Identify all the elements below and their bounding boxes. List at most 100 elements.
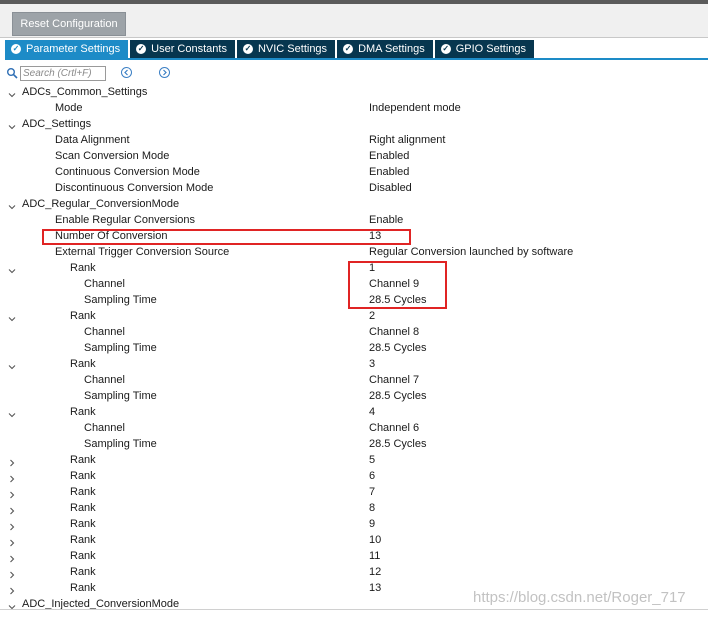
chevron-down-icon[interactable] bbox=[8, 408, 16, 418]
tree-row-label: ADCs_Common_Settings bbox=[22, 86, 148, 98]
tree-row-value[interactable]: 11 bbox=[369, 548, 380, 564]
tree-row-label: ADC_Injected_ConversionMode bbox=[22, 598, 180, 610]
tree-row-value[interactable]: 28.5 Cycles bbox=[369, 340, 426, 356]
tree-row-value[interactable]: 28.5 Cycles bbox=[369, 436, 426, 452]
tree-row-value[interactable]: 12 bbox=[369, 564, 381, 580]
tree-row-value[interactable]: 10 bbox=[369, 532, 381, 548]
tab-user-constants[interactable]: ✓ User Constants bbox=[130, 40, 235, 58]
chevron-right-icon[interactable] bbox=[8, 488, 16, 499]
chevron-right-icon[interactable] bbox=[8, 504, 16, 515]
parameter-tree: ADCs_Common_Settings Mode Independent mode… bbox=[0, 84, 708, 610]
tree-row[interactable]: ADC_Settings bbox=[0, 116, 708, 132]
tree-row[interactable]: ADC_Regular_ConversionMode bbox=[0, 196, 708, 212]
tree-row-value[interactable]: Channel 6 bbox=[369, 420, 419, 436]
tree-row-label: Channel bbox=[84, 374, 125, 386]
tree-row-label: Rank bbox=[70, 454, 96, 466]
chevron-down-icon[interactable] bbox=[8, 600, 16, 610]
tree-row[interactable]: Enable Regular Conversions Enable bbox=[0, 212, 708, 228]
chevron-right-icon[interactable] bbox=[8, 552, 16, 563]
search-icon bbox=[6, 67, 18, 79]
highlight-rank-1 bbox=[348, 261, 447, 309]
search-previous-button[interactable] bbox=[121, 67, 132, 78]
tree-row[interactable]: Continuous Conversion Mode Enabled bbox=[0, 164, 708, 180]
chevron-down-icon[interactable] bbox=[8, 120, 16, 130]
tree-row-label: Rank bbox=[70, 550, 96, 562]
chevron-down-icon[interactable] bbox=[8, 312, 16, 322]
tree-row[interactable]: Rank 9 bbox=[0, 516, 708, 532]
check-icon: ✓ bbox=[11, 44, 21, 54]
tree-row-label: Sampling Time bbox=[84, 438, 157, 450]
tree-row[interactable]: ADCs_Common_Settings bbox=[0, 84, 708, 100]
tree-row-value[interactable]: Independent mode bbox=[369, 100, 461, 116]
tree-row[interactable]: Sampling Time 28.5 Cycles bbox=[0, 340, 708, 356]
tree-row-value[interactable]: Right alignment bbox=[369, 132, 445, 148]
chevron-down-icon[interactable] bbox=[8, 200, 16, 210]
tree-row[interactable]: Rank 4 bbox=[0, 404, 708, 420]
tree-row[interactable]: Rank 12 bbox=[0, 564, 708, 580]
chevron-right-icon[interactable] bbox=[8, 568, 16, 579]
chevron-right-icon[interactable] bbox=[8, 536, 16, 547]
chevron-right-icon[interactable] bbox=[8, 584, 16, 595]
tree-row-label: Rank bbox=[70, 582, 96, 594]
tree-row-value[interactable]: Enabled bbox=[369, 148, 409, 164]
tree-row[interactable]: Rank 5 bbox=[0, 452, 708, 468]
tree-row-value[interactable]: 8 bbox=[369, 500, 375, 516]
tree-row-label: Rank bbox=[70, 502, 96, 514]
tree-row-label: Rank bbox=[70, 358, 96, 370]
search-next-button[interactable] bbox=[159, 67, 170, 78]
highlight-number-of-conversion bbox=[42, 229, 411, 245]
tab-nvic-settings[interactable]: ✓ NVIC Settings bbox=[236, 40, 336, 58]
tab-parameter-settings[interactable]: ✓ Parameter Settings bbox=[5, 40, 129, 58]
tree-row[interactable]: External Trigger Conversion Source Regula… bbox=[0, 244, 708, 260]
tab-gpio-settings[interactable]: ✓ GPIO Settings bbox=[434, 40, 535, 58]
tree-row[interactable]: Rank 7 bbox=[0, 484, 708, 500]
tree-row[interactable]: Data Alignment Right alignment bbox=[0, 132, 708, 148]
tree-row[interactable]: Sampling Time 28.5 Cycles bbox=[0, 436, 708, 452]
tree-row-value[interactable]: 6 bbox=[369, 468, 375, 484]
tree-row-value[interactable]: 3 bbox=[369, 356, 375, 372]
chevron-down-icon[interactable] bbox=[8, 360, 16, 370]
tree-row-label: Channel bbox=[84, 422, 125, 434]
tree-row[interactable]: Rank 3 bbox=[0, 356, 708, 372]
chevron-right-icon[interactable] bbox=[8, 520, 16, 531]
tree-row[interactable]: Discontinuous Conversion Mode Disabled bbox=[0, 180, 708, 196]
tree-row[interactable]: Mode Independent mode bbox=[0, 100, 708, 116]
tree-row[interactable]: Rank 6 bbox=[0, 468, 708, 484]
tree-row-value[interactable]: 28.5 Cycles bbox=[369, 388, 426, 404]
search-input[interactable] bbox=[20, 65, 106, 81]
tree-row-value[interactable]: 13 bbox=[369, 580, 381, 596]
tree-row[interactable]: Channel Channel 6 bbox=[0, 420, 708, 436]
tree-row-value[interactable]: Channel 7 bbox=[369, 372, 419, 388]
tree-row-value[interactable]: Regular Conversion launched by software bbox=[369, 244, 573, 260]
chevron-right-icon bbox=[163, 69, 167, 76]
tree-row-value[interactable]: Disabled bbox=[369, 180, 412, 196]
tree-row-value[interactable]: 7 bbox=[369, 484, 375, 500]
tree-row[interactable]: Sampling Time 28.5 Cycles bbox=[0, 388, 708, 404]
chevron-down-icon[interactable] bbox=[8, 88, 16, 98]
tree-row-label: Sampling Time bbox=[84, 294, 157, 306]
chevron-right-icon[interactable] bbox=[8, 456, 16, 467]
tree-row[interactable]: Rank 8 bbox=[0, 500, 708, 516]
tab-label: NVIC Settings bbox=[257, 43, 328, 55]
tree-row-label: Data Alignment bbox=[55, 134, 130, 146]
search-row bbox=[6, 65, 106, 81]
tab-dma-settings[interactable]: ✓ DMA Settings bbox=[337, 40, 433, 58]
tree-row-value[interactable]: Enabled bbox=[369, 164, 409, 180]
tree-row[interactable]: Channel Channel 8 bbox=[0, 324, 708, 340]
tree-row[interactable]: Rank 10 bbox=[0, 532, 708, 548]
tree-row-label: Rank bbox=[70, 518, 96, 530]
tree-row-value[interactable]: 5 bbox=[369, 452, 375, 468]
tree-row[interactable]: Rank 2 bbox=[0, 308, 708, 324]
tree-row[interactable]: Scan Conversion Mode Enabled bbox=[0, 148, 708, 164]
tree-row[interactable]: Rank 11 bbox=[0, 548, 708, 564]
reset-configuration-button[interactable]: Reset Configuration bbox=[12, 12, 126, 36]
tree-row-value[interactable]: 9 bbox=[369, 516, 375, 532]
chevron-right-icon[interactable] bbox=[8, 472, 16, 483]
tree-row[interactable]: Channel Channel 7 bbox=[0, 372, 708, 388]
tree-row-value[interactable]: Enable bbox=[369, 212, 403, 228]
tree-row-value[interactable]: 2 bbox=[369, 308, 375, 324]
chevron-down-icon[interactable] bbox=[8, 264, 16, 274]
tab-label: Parameter Settings bbox=[26, 43, 121, 55]
tree-row-value[interactable]: Channel 8 bbox=[369, 324, 419, 340]
tree-row-value[interactable]: 4 bbox=[369, 404, 375, 420]
